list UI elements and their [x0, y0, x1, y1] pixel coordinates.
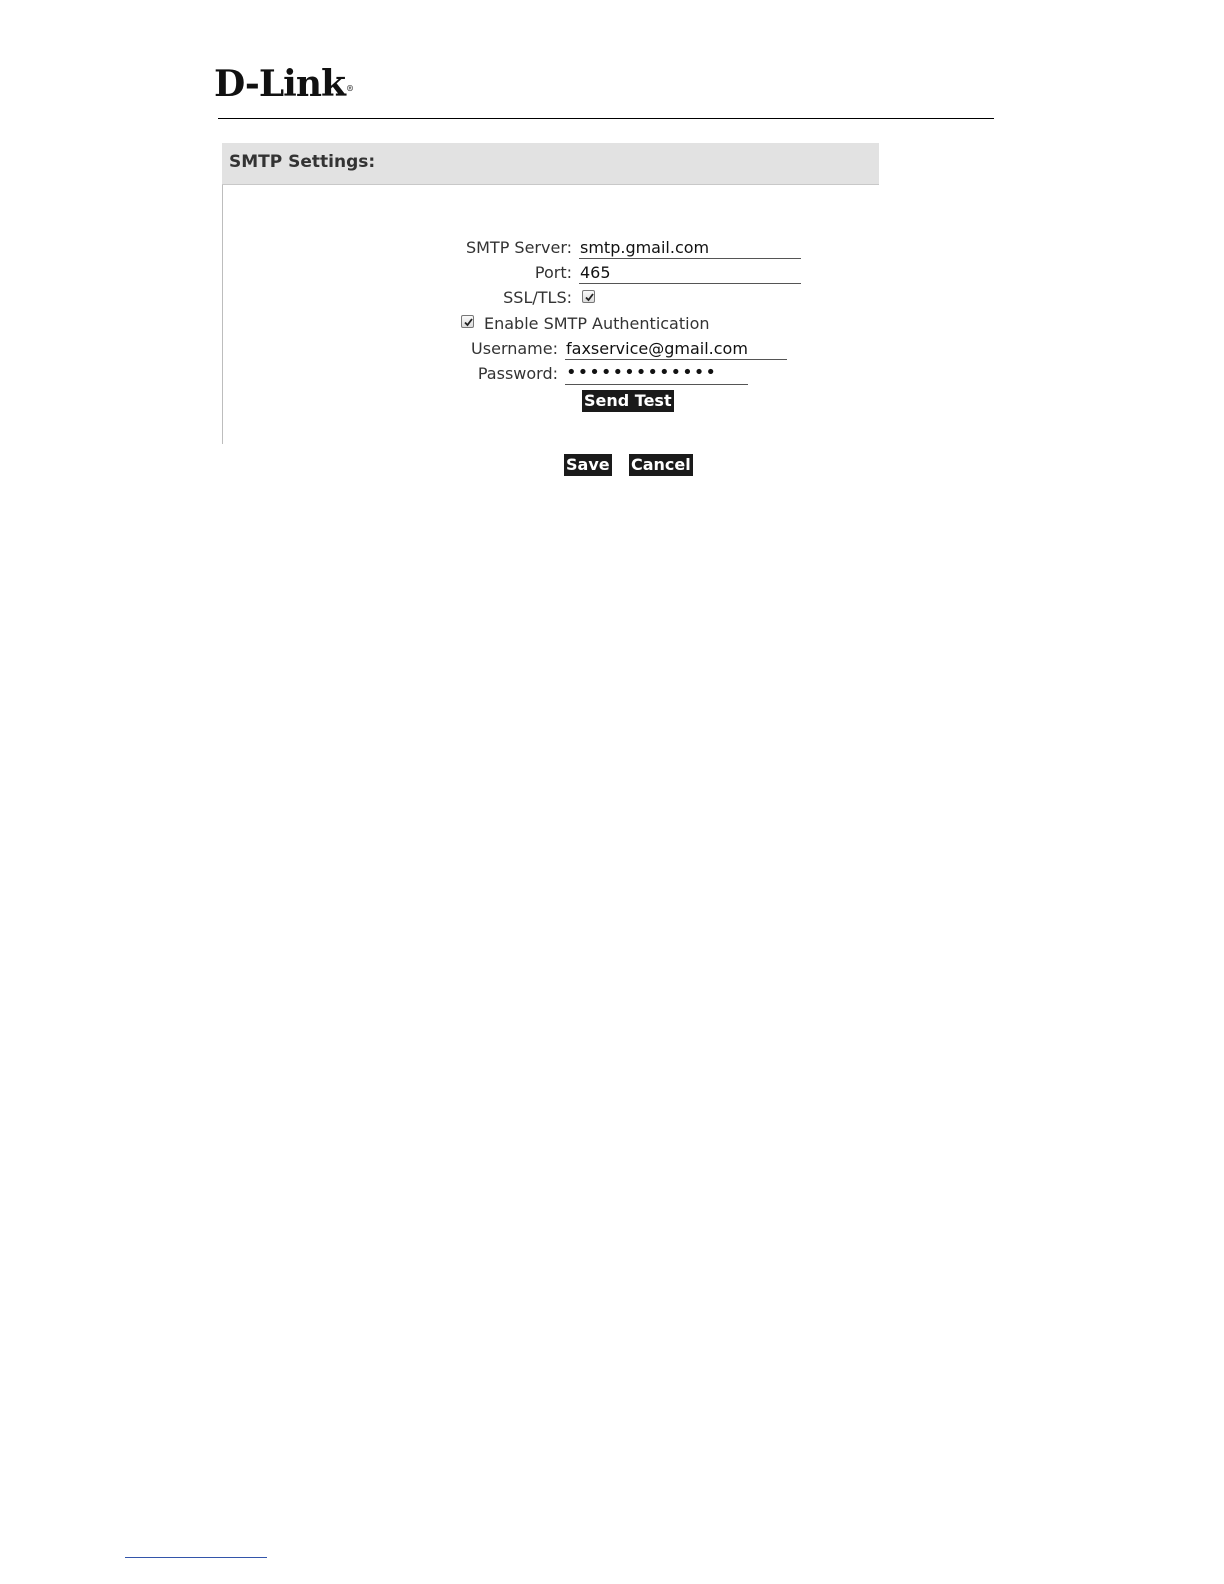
checkmark-icon	[464, 318, 473, 327]
smtp-settings-panel: SMTP Settings: SMTP Server: Port: SSL/TL…	[222, 143, 880, 476]
ssl-tls-label: SSL/TLS:	[503, 288, 572, 307]
smtp-auth-checkbox[interactable]	[461, 315, 474, 328]
smtp-server-label: SMTP Server:	[465, 238, 572, 257]
smtp-server-input[interactable]	[579, 237, 801, 259]
panel-body: SMTP Server: Port: SSL/TLS: Enable SMTP …	[222, 185, 880, 476]
dlink-logo: D-Link®	[214, 63, 354, 105]
password-label: Password:	[477, 364, 558, 383]
password-input[interactable]: •••••••••••••	[565, 363, 748, 385]
port-input[interactable]	[579, 262, 801, 284]
username-input[interactable]	[565, 338, 787, 360]
cancel-button[interactable]: Cancel	[629, 454, 693, 476]
save-button[interactable]: Save	[564, 454, 612, 476]
send-test-button[interactable]: Send Test	[582, 390, 674, 412]
panel-title: SMTP Settings:	[222, 143, 879, 185]
ssl-tls-checkbox[interactable]	[582, 290, 595, 303]
checkmark-icon	[585, 293, 594, 302]
smtp-auth-label: Enable SMTP Authentication	[484, 314, 710, 333]
username-label: Username:	[471, 339, 558, 358]
footer-link-underline	[125, 1557, 267, 1558]
registered-mark: ®	[345, 83, 354, 93]
header-divider	[218, 118, 994, 119]
port-label: Port:	[534, 263, 572, 282]
logo-text: D-Link	[214, 63, 346, 105]
